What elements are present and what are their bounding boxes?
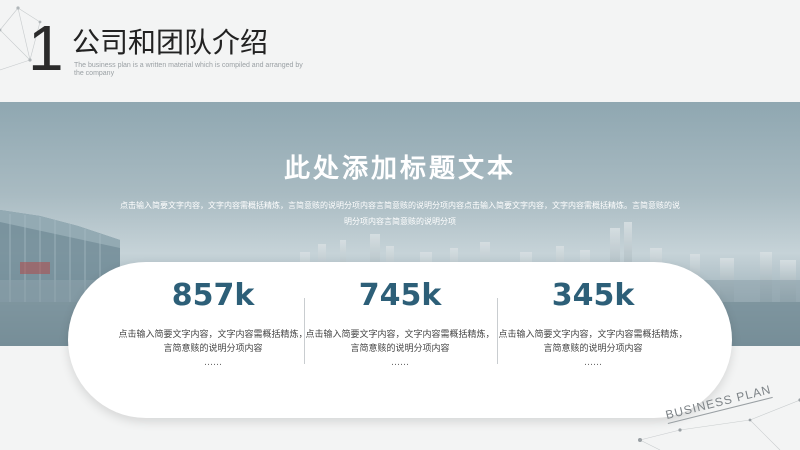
stat-description: 点击输入简要文字内容，文字内容需概括精炼，言简意赅的说明分项内容: [118, 330, 308, 354]
stat-ellipsis: ……: [391, 358, 409, 368]
stat-ellipsis: ……: [204, 358, 222, 368]
stat-value: 857k: [171, 278, 255, 313]
stat-ellipsis: ……: [584, 358, 602, 368]
slide: 1 公司和团队介绍 The business plan is a written…: [0, 0, 800, 450]
page-subtitle: The business plan is a written material …: [74, 62, 303, 77]
page-title: 公司和团队介绍: [72, 26, 269, 59]
stat-description: 点击输入简要文字内容，文字内容需概括精炼，言简意赅的说明分项内容: [305, 330, 495, 354]
stat-description: 点击输入简要文字内容，文字内容需概括精炼，言简意赅的说明分项内容: [498, 330, 688, 354]
stat-value: 345k: [551, 278, 635, 313]
stat-value: 745k: [358, 278, 442, 313]
banner-text: 点击输入简要文字内容，文字内容需概括精炼，言简意赅的说明分项内容言简意赅的说明分…: [120, 201, 680, 226]
stat-column-1: 857k 点击输入简要文字内容，文字内容需概括精炼，言简意赅的说明分项内容 ……: [118, 262, 308, 418]
section-number: 1: [28, 12, 64, 84]
stat-column-2: 745k 点击输入简要文字内容，文字内容需概括精炼，言简意赅的说明分项内容 ……: [305, 262, 495, 418]
banner-title: 此处添加标题文本: [283, 154, 516, 184]
